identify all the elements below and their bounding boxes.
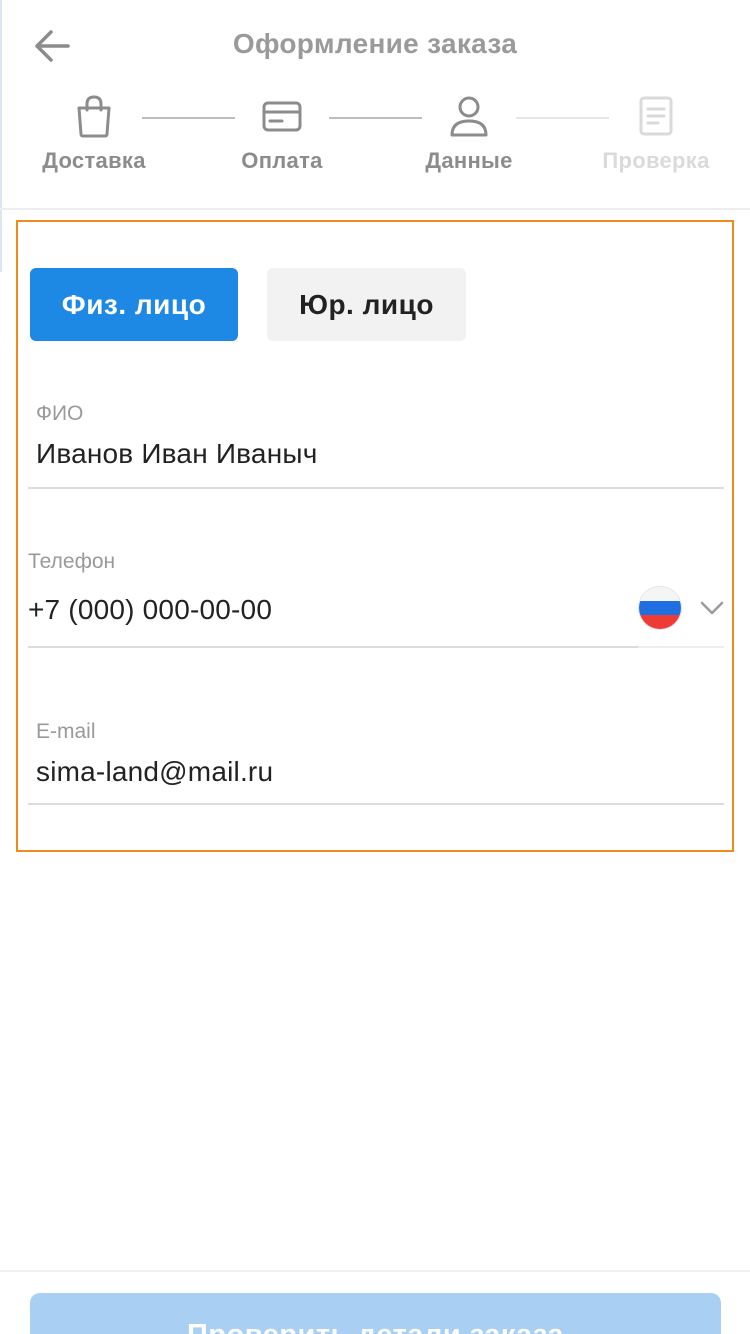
step-label: Доставка — [42, 148, 146, 173]
step-delivery[interactable]: Доставка — [19, 92, 169, 174]
credit-card-icon — [262, 101, 302, 132]
step-label: Проверка — [602, 148, 710, 173]
name-field-label: ФИО — [36, 402, 84, 425]
step-label: Данные — [425, 148, 513, 173]
russia-flag-icon[interactable] — [638, 586, 682, 630]
legal-entity-button[interactable]: Юр. лицо — [267, 268, 466, 341]
bottom-divider — [0, 1270, 750, 1272]
page-title: Оформление заказа — [232, 28, 518, 59]
country-select-underline — [638, 646, 724, 648]
document-icon — [639, 96, 673, 136]
email-field-label: E-mail — [36, 720, 96, 743]
step-payment[interactable]: Оплата — [207, 92, 357, 174]
review-order-button[interactable]: Проверить детали заказа — [30, 1293, 721, 1334]
step-review[interactable]: Проверка — [581, 92, 731, 174]
name-field[interactable]: Иванов Иван Иваныч — [36, 438, 317, 470]
step-label: Оплата — [241, 148, 323, 173]
name-field-underline — [28, 487, 724, 489]
customer-form: Физ. лицо Юр. лицо ФИО Иванов Иван Иваны… — [16, 220, 734, 852]
shopping-bag-icon — [77, 95, 111, 138]
phone-field-label: Телефон — [28, 550, 116, 573]
chevron-down-icon[interactable] — [698, 594, 726, 622]
header: Оформление заказа Доставка Оплата Данные — [0, 0, 750, 210]
email-field[interactable]: sima-land@mail.ru — [36, 756, 273, 788]
individual-button[interactable]: Физ. лицо — [30, 268, 238, 341]
step-details[interactable]: Данные — [394, 92, 544, 174]
phone-field-underline — [28, 646, 638, 648]
user-icon — [450, 96, 488, 137]
email-field-underline — [28, 803, 724, 805]
phone-field[interactable]: +7 (000) 000-00-00 — [28, 594, 272, 626]
